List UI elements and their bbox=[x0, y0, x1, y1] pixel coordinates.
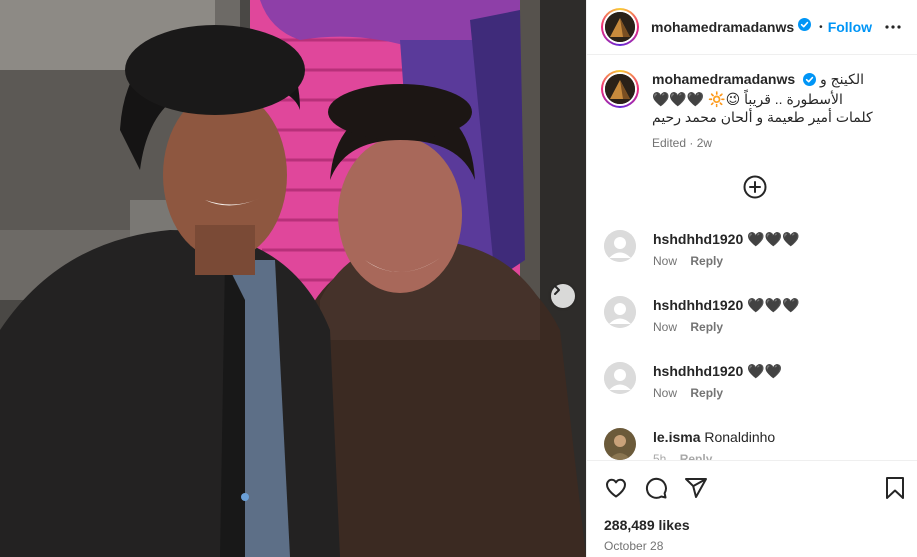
load-more-comments-button[interactable] bbox=[743, 175, 767, 204]
verified-badge-icon bbox=[798, 18, 812, 36]
caption-line-3: كلمات أمير طعيمة و ألحان محمد رحيم bbox=[652, 109, 873, 125]
share-icon bbox=[685, 478, 707, 498]
caption-meta: Edited · 2w bbox=[652, 136, 713, 150]
comment-username[interactable]: hshdhhd1920 bbox=[653, 231, 743, 247]
comment-time: Now bbox=[653, 386, 678, 400]
bookmark-icon bbox=[886, 477, 904, 499]
follow-button[interactable]: Follow bbox=[828, 19, 872, 35]
comment-time: Now bbox=[653, 254, 678, 268]
like-button[interactable] bbox=[604, 476, 628, 505]
post-caption: mohamedramadanws الكينج و الأسطورة .. قر… bbox=[601, 70, 906, 152]
caption-author-avatar[interactable] bbox=[601, 70, 639, 108]
commenter-avatar[interactable] bbox=[604, 230, 636, 262]
caption-line-1: الكينج و bbox=[819, 71, 864, 87]
post-date[interactable]: October 28 bbox=[604, 539, 663, 553]
load-more-comments-icon bbox=[743, 175, 767, 199]
reply-button[interactable]: Reply bbox=[690, 254, 723, 268]
post-photo[interactable] bbox=[0, 0, 586, 557]
comment-username[interactable]: le.isma bbox=[653, 429, 700, 445]
commenter-avatar[interactable] bbox=[604, 362, 636, 394]
caption-username[interactable]: mohamedramadanws bbox=[652, 71, 795, 87]
default-avatar-icon bbox=[604, 362, 636, 394]
commenter-avatar[interactable] bbox=[604, 296, 636, 328]
more-options-icon bbox=[885, 25, 901, 29]
post-header: mohamedramadanws • Follow bbox=[587, 0, 917, 55]
next-image-button[interactable] bbox=[551, 284, 575, 308]
header-separator: • bbox=[819, 21, 823, 33]
heart-icon bbox=[606, 478, 626, 498]
next-image-icon bbox=[554, 285, 560, 295]
comment-text: Ronaldinho bbox=[704, 429, 776, 445]
comment-item: hshdhhd1920 🖤🖤🖤 Now Reply bbox=[604, 296, 904, 334]
author-avatar-image bbox=[605, 12, 635, 42]
author-username[interactable]: mohamedramadanws bbox=[651, 19, 794, 35]
comment-text: 🖤🖤🖤 bbox=[747, 231, 800, 247]
reply-button[interactable]: Reply bbox=[690, 386, 723, 400]
commenter-photo bbox=[604, 428, 636, 460]
verified-badge-icon bbox=[803, 72, 817, 90]
commenter-avatar[interactable] bbox=[604, 428, 636, 460]
comment-text: 🖤🖤 bbox=[747, 363, 783, 379]
action-bar: 288,489 likes October 28 bbox=[587, 460, 917, 557]
comment-item: hshdhhd1920 🖤🖤 Now Reply bbox=[604, 362, 904, 400]
post-details-panel: mohamedramadanws • Follow mohamedramadan… bbox=[586, 0, 917, 557]
comment-icon bbox=[645, 477, 667, 499]
caption-line-2: الأسطورة .. قريباً 😉🔆 🖤🖤🖤 bbox=[652, 91, 843, 107]
comment-username[interactable]: hshdhhd1920 bbox=[653, 297, 743, 313]
comment-button[interactable] bbox=[644, 476, 668, 505]
post-photo-illustration bbox=[0, 0, 586, 557]
author-avatar[interactable] bbox=[601, 8, 639, 46]
comment-text: 🖤🖤🖤 bbox=[747, 297, 800, 313]
comment-item: hshdhhd1920 🖤🖤🖤 Now Reply bbox=[604, 230, 904, 268]
default-avatar-icon bbox=[604, 296, 636, 328]
more-options-button[interactable] bbox=[884, 18, 902, 41]
default-avatar-icon bbox=[604, 230, 636, 262]
comment-username[interactable]: hshdhhd1920 bbox=[653, 363, 743, 379]
comment-time: Now bbox=[653, 320, 678, 334]
likes-count[interactable]: 288,489 likes bbox=[604, 517, 690, 533]
save-button[interactable] bbox=[884, 476, 906, 505]
share-button[interactable] bbox=[684, 476, 708, 505]
reply-button[interactable]: Reply bbox=[690, 320, 723, 334]
